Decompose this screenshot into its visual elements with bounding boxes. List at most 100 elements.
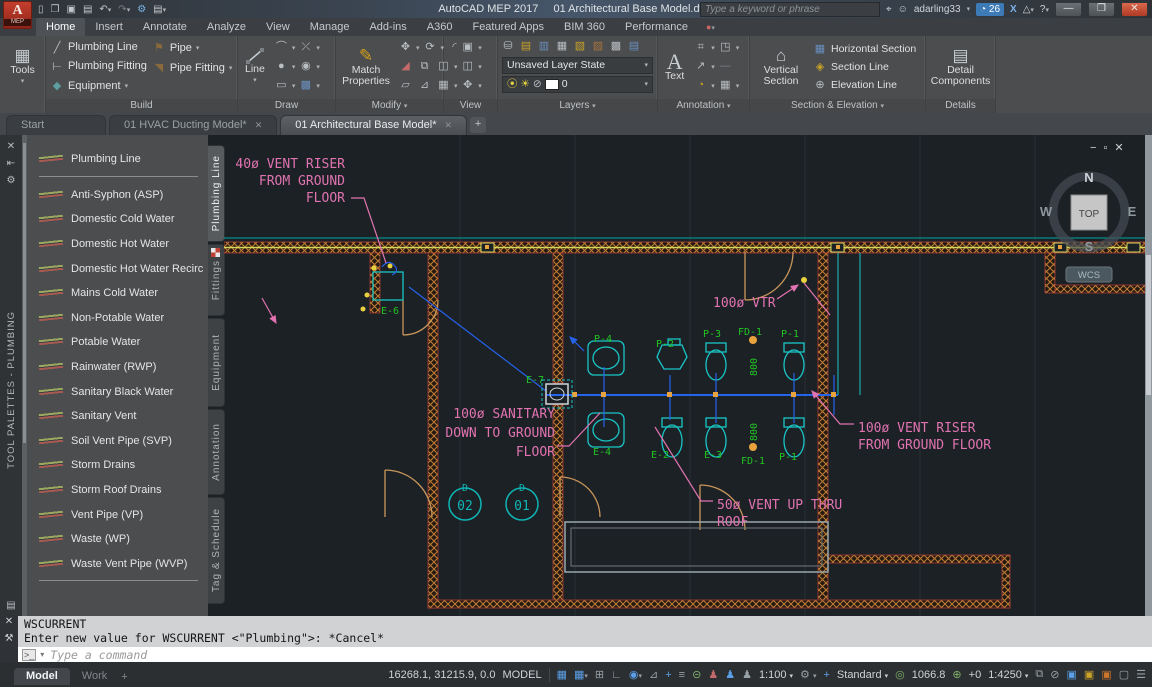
command-close-icon[interactable]: ✕ — [0, 616, 18, 627]
ribbon-tab-a360[interactable]: A360 — [417, 18, 463, 36]
tab-start[interactable]: Start — [6, 115, 106, 135]
lineweight-icon[interactable]: ≡ — [679, 669, 685, 681]
trim-dropdown-arrow[interactable]: ▾ — [316, 44, 320, 52]
arc-icon[interactable]: ⌒ — [273, 39, 290, 56]
pipe-fitting-button[interactable]: ◥ Pipe Fitting ▾ — [152, 58, 233, 77]
hatch-icon[interactable]: ▩ — [297, 77, 314, 94]
canvas-scrollbar[interactable] — [1145, 135, 1152, 616]
panel-label-layers[interactable]: Layers ▾ — [498, 99, 657, 113]
viewport-close-icon[interactable]: ✕ — [1114, 142, 1130, 154]
dynamic-input-icon[interactable]: ∟ — [611, 669, 622, 681]
ribbon-tab-featured-apps[interactable]: Featured Apps — [462, 18, 554, 36]
multileader-icon[interactable]: ◳ — [717, 39, 734, 56]
infer-constraints-icon[interactable]: ⊞ — [595, 668, 604, 681]
view-style-dropdown-arrow[interactable]: ▾ — [478, 44, 482, 52]
hatch-dropdown-arrow[interactable]: ▾ — [316, 82, 320, 90]
layer-off-icon[interactable]: ▧ — [574, 38, 586, 55]
units-icon[interactable]: ▣ — [1067, 668, 1077, 681]
grid-icon[interactable]: ▦ — [557, 668, 567, 681]
layer-match-icon[interactable]: ▩ — [610, 38, 622, 55]
snap-icon[interactable]: ▦▾ — [574, 668, 588, 681]
extend-icon[interactable]: ⊿ — [416, 77, 433, 94]
viewport-scale[interactable]: 1:100 ▾ — [759, 669, 793, 681]
layer-lock-icon[interactable]: ▨ — [592, 38, 604, 55]
layer-isolate-icon[interactable]: ▥ — [538, 38, 550, 55]
panel-label-annotation[interactable]: Annotation ▾ — [658, 99, 749, 113]
palette-item[interactable]: Waste Vent Pipe (WVP) — [27, 552, 208, 577]
palette-item[interactable]: Mains Cold Water — [27, 281, 208, 306]
palette-item[interactable]: Waste (WP) — [27, 527, 208, 552]
viewcube-east[interactable]: E — [1128, 204, 1137, 219]
view-style-icon[interactable]: ▣ — [459, 39, 476, 56]
ribbon-tab-addins[interactable]: Add-ins — [359, 18, 416, 36]
layer-dropdown[interactable]: ⦿ ☀ ⊘ 0▾ — [502, 76, 653, 93]
annotation-autoadd[interactable]: +0 — [969, 669, 982, 681]
elevation-globe-icon[interactable]: ◎ — [895, 668, 905, 681]
elevation-value[interactable]: 1066.8 — [912, 669, 946, 681]
ribbon-tab-view[interactable]: View — [256, 18, 300, 36]
customization-menu-icon[interactable]: ☰ — [1136, 668, 1146, 681]
viewcube[interactable]: N W E S TOP — [1040, 170, 1137, 254]
palette-tab-tag-schedule[interactable]: Tag & Schedule — [208, 497, 225, 604]
ribbon-tab-performance[interactable]: Performance — [615, 18, 698, 36]
palette-item[interactable]: Vent Pipe (VP) — [27, 502, 208, 527]
signin-user[interactable]: adarling33 — [914, 4, 961, 15]
a360-icon[interactable]: △▾ — [1023, 4, 1034, 15]
palette-tab-plumbing-line[interactable]: Plumbing Line — [208, 145, 225, 242]
move-dropdown-arrow[interactable]: ▾ — [416, 44, 420, 52]
circle-dropdown-arrow[interactable]: ▾ — [292, 63, 296, 71]
record-icon[interactable]: ●▾ — [706, 18, 715, 36]
move-icon[interactable]: ✥ — [397, 39, 414, 56]
viewport-restore-icon[interactable]: ▫ — [1103, 142, 1114, 154]
minimize-button[interactable]: — — [1055, 2, 1082, 17]
ellipse-icon[interactable]: ◉ — [297, 58, 314, 75]
new-layout-button[interactable]: + — [121, 671, 127, 683]
ribbon-tab-home[interactable]: Home — [36, 18, 85, 36]
palette-item[interactable]: Storm Drains — [27, 453, 208, 478]
panel-label-draw[interactable]: Draw — [238, 99, 335, 113]
layer-properties-icon[interactable]: ⛁ — [502, 38, 514, 55]
search-input[interactable] — [700, 2, 880, 17]
command-prompt-icon[interactable]: >_ — [22, 649, 36, 661]
new-tab-button[interactable]: + — [470, 117, 486, 133]
rectangle-dropdown-arrow[interactable]: ▾ — [292, 82, 296, 90]
restore-button[interactable]: ❐ — [1088, 2, 1115, 17]
ortho-icon[interactable]: ◉▾ — [629, 668, 642, 681]
layer-freeze-icon[interactable]: ▦ — [556, 38, 568, 55]
view-nav-dropdown-arrow[interactable]: ▾ — [478, 82, 482, 90]
palette-properties-icon[interactable]: ⚙ — [7, 175, 16, 186]
leader-icon[interactable]: ↗ — [692, 58, 709, 75]
palette-tab-fittings[interactable]: Fittings — [208, 244, 225, 316]
help-icon[interactable]: ?▾ — [1040, 4, 1049, 15]
open-icon[interactable]: ❐ — [51, 4, 60, 15]
drawing-canvas[interactable]: P-4 P-2 P-3 FD-1 P-1 E-4 E-2 E-3 FD-1 P-… — [224, 135, 1145, 616]
palette-item-plumbing-line[interactable]: Plumbing Line — [27, 147, 208, 172]
layer-prev-icon[interactable]: ▤ — [628, 38, 640, 55]
text-button[interactable]: A Text — [662, 38, 687, 95]
ribbon-tab-annotate[interactable]: Annotate — [133, 18, 197, 36]
panel-label-view[interactable]: View — [444, 99, 497, 113]
palette-grip-icon[interactable]: ▤ — [6, 600, 15, 611]
table-dropdown-arrow[interactable]: ▾ — [736, 82, 740, 90]
palette-item[interactable]: Rainwater (RWP) — [27, 355, 208, 380]
panel-label-build[interactable]: Build — [46, 99, 237, 113]
command-wrench-icon[interactable]: ⚒ — [0, 633, 18, 644]
undo-icon[interactable]: ↶▾ — [99, 4, 111, 15]
ribbon-tab-insert[interactable]: Insert — [85, 18, 133, 36]
panel-label-modify[interactable]: Modify ▾ — [336, 99, 443, 113]
palette-tab-annotation[interactable]: Annotation — [208, 409, 225, 495]
palette-item[interactable]: Sanitary Vent — [27, 404, 208, 429]
command-history[interactable]: WSCURRENT Enter new value for WSCURRENT … — [18, 616, 1152, 647]
dimension-dropdown-arrow[interactable]: ▾ — [711, 44, 715, 52]
dimension-icon[interactable]: ⌗ — [692, 39, 709, 56]
palette-item[interactable]: Non-Potable Water — [27, 306, 208, 331]
scale-gear-icon[interactable]: ⚙ ▾ — [800, 668, 816, 681]
line-button[interactable]: Line ▾ — [242, 38, 268, 95]
quick-properties-icon[interactable]: ▣ — [1084, 668, 1094, 681]
pipe-button[interactable]: ⚑ Pipe ▾ — [152, 38, 233, 57]
view-window-icon[interactable]: ◫ — [459, 58, 476, 75]
multileader-dropdown-arrow[interactable]: ▾ — [736, 44, 740, 52]
rotate-icon[interactable]: ⟳ — [422, 39, 439, 56]
horizontal-section-button[interactable]: ▦ Horizontal Section — [813, 40, 916, 57]
annotation-scale[interactable]: 1:4250 ▾ — [988, 669, 1028, 681]
